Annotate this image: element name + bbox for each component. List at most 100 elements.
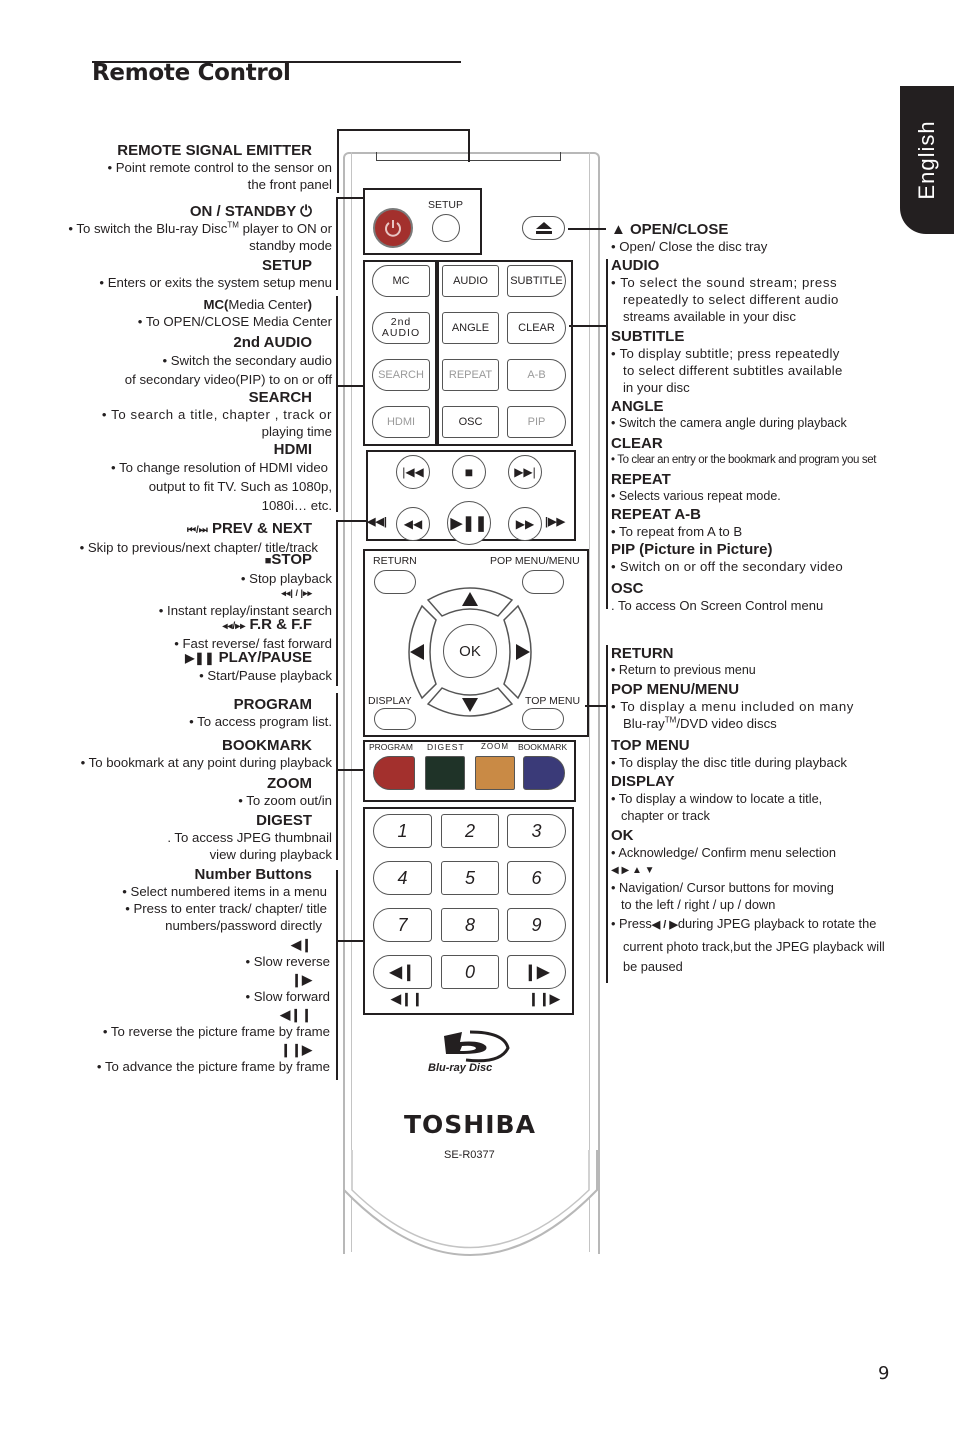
2nd-audio-label-2: AUDIO bbox=[381, 327, 421, 339]
digest-button[interactable] bbox=[425, 756, 465, 790]
model-number: SE-R0377 bbox=[444, 1149, 495, 1161]
stop-button[interactable]: ■ bbox=[452, 455, 486, 489]
digit-9-button[interactable]: 9 bbox=[507, 908, 566, 942]
prev-icon: |◀◀ bbox=[402, 465, 424, 479]
desc-angle: ANGLE • Switch the camera angle during p… bbox=[611, 398, 911, 432]
desc-text: • Return to previous menu bbox=[611, 663, 756, 677]
desc-title: REPEAT bbox=[611, 471, 671, 488]
desc-on-standby: ON / STANDBY ⏻ • To switch the Blu-ray D… bbox=[68, 203, 332, 254]
desc-text: • Selects various repeat mode. bbox=[611, 489, 781, 503]
desc-stop: ■STOP • Stop playback bbox=[241, 551, 332, 587]
desc-text: numbers/password directly bbox=[165, 918, 322, 933]
desc-title: ON / STANDBY ⏻ bbox=[68, 203, 312, 220]
eject-icon bbox=[535, 222, 552, 234]
pip-button[interactable]: PIP bbox=[507, 406, 566, 438]
audio-button[interactable]: AUDIO bbox=[442, 265, 499, 297]
zoom-button[interactable] bbox=[475, 756, 515, 790]
slow-reverse-button[interactable]: ◀❙ bbox=[373, 955, 432, 989]
digit-0-button[interactable]: 0 bbox=[441, 955, 499, 989]
desc-title: SEARCH bbox=[248, 389, 312, 406]
desc-title: Number Buttons bbox=[194, 866, 313, 883]
angle-button[interactable]: ANGLE bbox=[442, 312, 499, 344]
digit-5-button[interactable]: 5 bbox=[441, 861, 499, 895]
desc-text: • Slow reverse bbox=[245, 954, 330, 969]
digit-7-button[interactable]: 7 bbox=[373, 908, 432, 942]
desc-title: OK bbox=[611, 827, 634, 844]
desc-open-close: ▲ OPEN/CLOSE • Open/ Close the disc tray bbox=[611, 221, 911, 255]
digit-8-button[interactable]: 8 bbox=[441, 908, 499, 942]
desc-text: • Switch on or off the secondary video bbox=[611, 559, 844, 574]
bookmark-button[interactable] bbox=[523, 756, 565, 790]
digit-1-button[interactable]: 1 bbox=[373, 814, 432, 848]
program-button[interactable] bbox=[373, 756, 415, 790]
desc-title-text: PREV & NEXT bbox=[211, 520, 312, 537]
fast-forward-icon: ▶▶ bbox=[515, 517, 535, 531]
desc-instant-replay: ◂◂| / |▸▸ • Instant replay/instant searc… bbox=[159, 585, 332, 619]
digit-6-button[interactable]: 6 bbox=[507, 861, 566, 895]
desc-text: • Enters or exits the system setup menu bbox=[99, 275, 332, 290]
desc-title: REPEAT A-B bbox=[611, 506, 701, 523]
search-button[interactable]: SEARCH bbox=[372, 359, 430, 391]
digit-4-button[interactable]: 4 bbox=[373, 861, 432, 895]
slow-reverse-icon: ◀❙ bbox=[389, 964, 416, 981]
desc-title: CLEAR bbox=[611, 435, 663, 452]
desc-return: RETURN • Return to previous menu bbox=[611, 645, 911, 679]
desc-zoom: ZOOM • To zoom out/in bbox=[238, 775, 332, 809]
fast-reverse-button[interactable]: ◀◀ bbox=[396, 507, 430, 541]
repeat-ab-button[interactable]: A-B bbox=[507, 359, 566, 391]
prev-button[interactable]: |◀◀ bbox=[396, 455, 430, 489]
desc-title-text: PLAY/PAUSE bbox=[218, 649, 312, 666]
bracket-line bbox=[337, 129, 339, 193]
desc-title: DISPLAY bbox=[611, 773, 675, 790]
desc-title: AUDIO bbox=[611, 257, 660, 274]
desc-title: MC(Media Center) bbox=[138, 296, 312, 313]
next-button[interactable]: ▶▶| bbox=[508, 455, 542, 489]
repeat-button[interactable]: REPEAT bbox=[442, 359, 499, 391]
hdmi-button[interactable]: HDMI bbox=[372, 406, 430, 438]
desc-title: OSC bbox=[611, 580, 644, 597]
digit-3-button[interactable]: 3 bbox=[507, 814, 566, 848]
leader-line bbox=[336, 940, 364, 942]
setup-label: SETUP bbox=[428, 199, 464, 211]
top-menu-button[interactable] bbox=[522, 708, 564, 730]
desc-slow-reverse: ◀❙ • Slow reverse bbox=[245, 936, 332, 970]
desc-text-part: /DVD video discs bbox=[676, 716, 777, 731]
desc-title-part: Media Center bbox=[228, 297, 308, 312]
desc-title: SUBTITLE bbox=[611, 328, 685, 345]
fast-forward-button[interactable]: ▶▶ bbox=[508, 507, 542, 541]
desc-repeat: REPEAT • Selects various repeat mode. bbox=[611, 471, 911, 505]
osc-button[interactable]: OSC bbox=[442, 406, 499, 438]
power-button[interactable] bbox=[373, 208, 413, 248]
digit-2-button[interactable]: 2 bbox=[441, 814, 499, 848]
desc-number-buttons: Number Buttons • Select numbered items i… bbox=[122, 866, 332, 934]
slow-forward-button[interactable]: ❙▶ bbox=[507, 955, 566, 989]
leader-line bbox=[336, 385, 364, 387]
setup-button[interactable] bbox=[432, 214, 460, 242]
desc-top-menu: TOP MENU • To display the disc title dur… bbox=[611, 737, 911, 771]
desc-text: • To display a window to locate a title, bbox=[611, 791, 823, 806]
desc-text: standby mode bbox=[249, 238, 332, 253]
bracket-line bbox=[337, 129, 470, 131]
display-button[interactable] bbox=[374, 708, 416, 730]
page-title: Remote Control bbox=[92, 60, 291, 86]
ok-button[interactable]: OK bbox=[443, 624, 497, 678]
bracket-line bbox=[336, 296, 338, 512]
desc-title: ■STOP bbox=[241, 551, 312, 570]
play-pause-button[interactable]: ▶❚❚ bbox=[447, 501, 491, 545]
subtitle-button[interactable]: SUBTITLE bbox=[507, 265, 566, 297]
bracket-line bbox=[336, 197, 338, 290]
desc-text-part: • Press bbox=[611, 916, 652, 931]
mc-button[interactable]: MC bbox=[372, 265, 430, 297]
power-icon: ⏻ bbox=[300, 203, 312, 220]
desc-text: • Switch the secondary audio bbox=[162, 353, 332, 368]
2nd-audio-button[interactable]: 2nd AUDIO bbox=[372, 312, 430, 344]
frame-reverse-icon: ◀❙❙ bbox=[391, 991, 423, 1006]
bluray-disc-logo: Blu-ray Disc bbox=[428, 1062, 493, 1074]
open-close-button[interactable] bbox=[522, 216, 565, 240]
desc-title: DIGEST bbox=[256, 812, 312, 829]
desc-play-pause: ▶❚❚ PLAY/PAUSE • Start/Pause playback bbox=[185, 649, 332, 684]
bluray-disc-icon bbox=[444, 1030, 510, 1063]
power-icon bbox=[385, 220, 401, 237]
rotate-arrows-icon: ◀ / ▶ bbox=[651, 919, 678, 931]
clear-button[interactable]: CLEAR bbox=[507, 312, 566, 344]
